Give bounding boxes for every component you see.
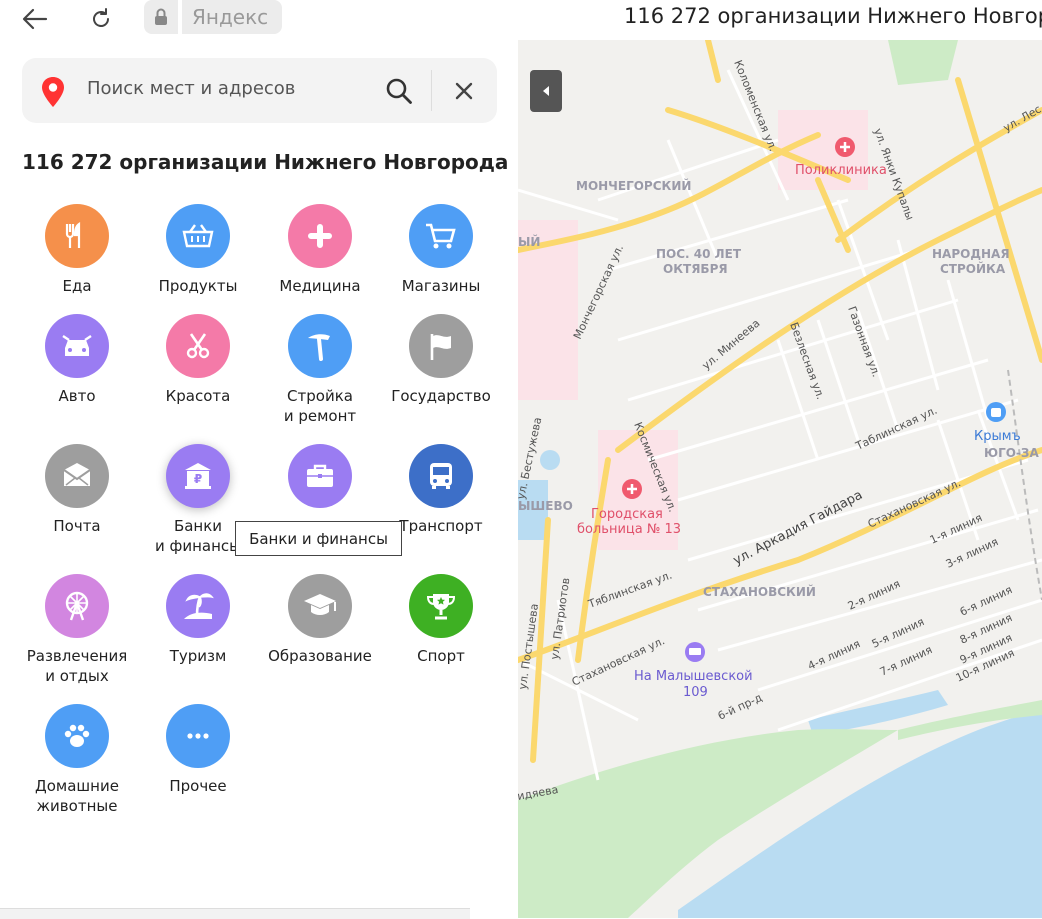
category-label: Домашние животные [35, 777, 119, 815]
category-label: Спорт [417, 647, 465, 665]
map-district-label: МОНЧЕГОРСКИЙ [576, 178, 691, 193]
category-label: Прочее [169, 777, 227, 795]
address-host: Яндекс [182, 0, 283, 34]
briefcase-icon [288, 444, 352, 508]
browser-toolbar: Яндекс 116 272 организации Нижнего Новго… [0, 0, 1042, 40]
graduation-cap-icon [288, 574, 352, 638]
map-district-label: СТРОЙКА [940, 261, 1006, 276]
hammer-icon [288, 314, 352, 378]
category-label: Красота [165, 387, 231, 405]
map-view[interactable]: МОНЧЕГОРСКИЙ ПОС. 40 ЛЕТ ОКТЯБРЯ НАРОДНА… [518, 40, 1042, 918]
page-title: 116 272 организации Нижнего Новгорода [624, 4, 1042, 28]
flag-icon [409, 314, 473, 378]
trophy-icon [409, 574, 473, 638]
map-district-label: ПОС. 40 ЛЕТ [656, 247, 742, 261]
map-district-label: СТАХАНОВСКИЙ [703, 584, 816, 599]
category-fork-knife[interactable]: Еда [16, 204, 138, 296]
category-hammer[interactable]: Стройка и ремонт [259, 314, 381, 426]
category-label: Туризм [169, 647, 227, 665]
map-district-label: ЮГО-ЗА [984, 446, 1039, 460]
category-label: Государство [391, 387, 491, 405]
category-paw[interactable]: Домашние животные [16, 704, 138, 816]
category-label: Авто [58, 387, 96, 405]
map-district-label: ОКТЯБРЯ [663, 262, 728, 276]
back-button[interactable] [20, 4, 50, 34]
poi-label: 109 [683, 685, 708, 700]
map-district-label: НАРОДНАЯ [932, 247, 1010, 261]
medical-cross-icon [288, 204, 352, 268]
lock-icon [144, 0, 178, 34]
map-pin-icon [40, 76, 66, 112]
category-label: Развлечения и отдых [26, 647, 128, 685]
sidebar-panel: Поиск мест и адресов 116 272 организации… [0, 40, 518, 919]
close-icon [455, 82, 473, 100]
category-label: Продукты [158, 277, 238, 295]
envelope-icon [45, 444, 109, 508]
poi-label: Городская [591, 507, 663, 522]
results-heading: 116 272 организации Нижнего Новгорода [22, 150, 509, 174]
clear-search-button[interactable] [447, 74, 481, 108]
category-label: Почта [53, 517, 101, 535]
category-car[interactable]: Авто [16, 314, 138, 406]
category-palm[interactable]: Туризм [137, 574, 259, 666]
scissors-icon [166, 314, 230, 378]
category-label: Стройка и ремонт [283, 387, 357, 425]
reload-button[interactable] [86, 4, 116, 34]
status-bar [0, 908, 470, 919]
chevron-left-icon [543, 86, 549, 96]
ferris-wheel-icon [45, 574, 109, 638]
map-canvas[interactable]: МОНЧЕГОРСКИЙ ПОС. 40 ЛЕТ ОКТЯБРЯ НАРОДНА… [518, 40, 1042, 918]
collapse-panel-button[interactable] [530, 70, 562, 112]
category-label: Медицина [279, 277, 361, 295]
category-label: Образование [268, 647, 372, 665]
poi-label: Поликлиника [795, 163, 887, 178]
category-ferris-wheel[interactable]: Развлечения и отдых [16, 574, 138, 686]
search-button[interactable] [382, 74, 416, 108]
back-arrow-icon [22, 8, 48, 30]
category-envelope[interactable]: Почта [16, 444, 138, 536]
car-icon [45, 314, 109, 378]
category-graduation-cap[interactable]: Образование [259, 574, 381, 666]
tooltip: Банки и финансы [235, 521, 402, 556]
poi-label: Крымъ [974, 429, 1021, 444]
svg-text:₽: ₽ [194, 472, 202, 486]
category-briefcase[interactable] [259, 444, 381, 516]
address-bar[interactable]: Яндекс [144, 0, 283, 34]
ruble-bank-icon: ₽ [166, 444, 230, 508]
category-label: Магазины [401, 277, 481, 295]
dots-icon [166, 704, 230, 768]
poi-label: больница № 13 [577, 522, 681, 537]
poi-label: На Малышевской [634, 669, 753, 684]
search-divider [431, 70, 432, 111]
category-medical-cross[interactable]: Медицина [259, 204, 381, 296]
category-dots[interactable]: Прочее [137, 704, 259, 796]
category-label: Еда [62, 277, 92, 295]
fork-knife-icon [45, 204, 109, 268]
category-flag[interactable]: Государство [380, 314, 502, 406]
category-scissors[interactable]: Красота [137, 314, 259, 406]
search-input[interactable]: Поиск мест и адресов [87, 78, 295, 99]
bus-icon [409, 444, 473, 508]
paw-icon [45, 704, 109, 768]
category-trophy[interactable]: Спорт [380, 574, 502, 666]
palm-icon [166, 574, 230, 638]
category-shopping-cart[interactable]: Магазины [380, 204, 502, 296]
map-district-label: ЫЙ [518, 234, 540, 249]
shopping-cart-icon [409, 204, 473, 268]
basket-icon [166, 204, 230, 268]
search-icon [386, 78, 412, 104]
category-basket[interactable]: Продукты [137, 204, 259, 296]
reload-icon [93, 8, 109, 27]
search-box[interactable]: Поиск мест и адресов [22, 58, 497, 123]
